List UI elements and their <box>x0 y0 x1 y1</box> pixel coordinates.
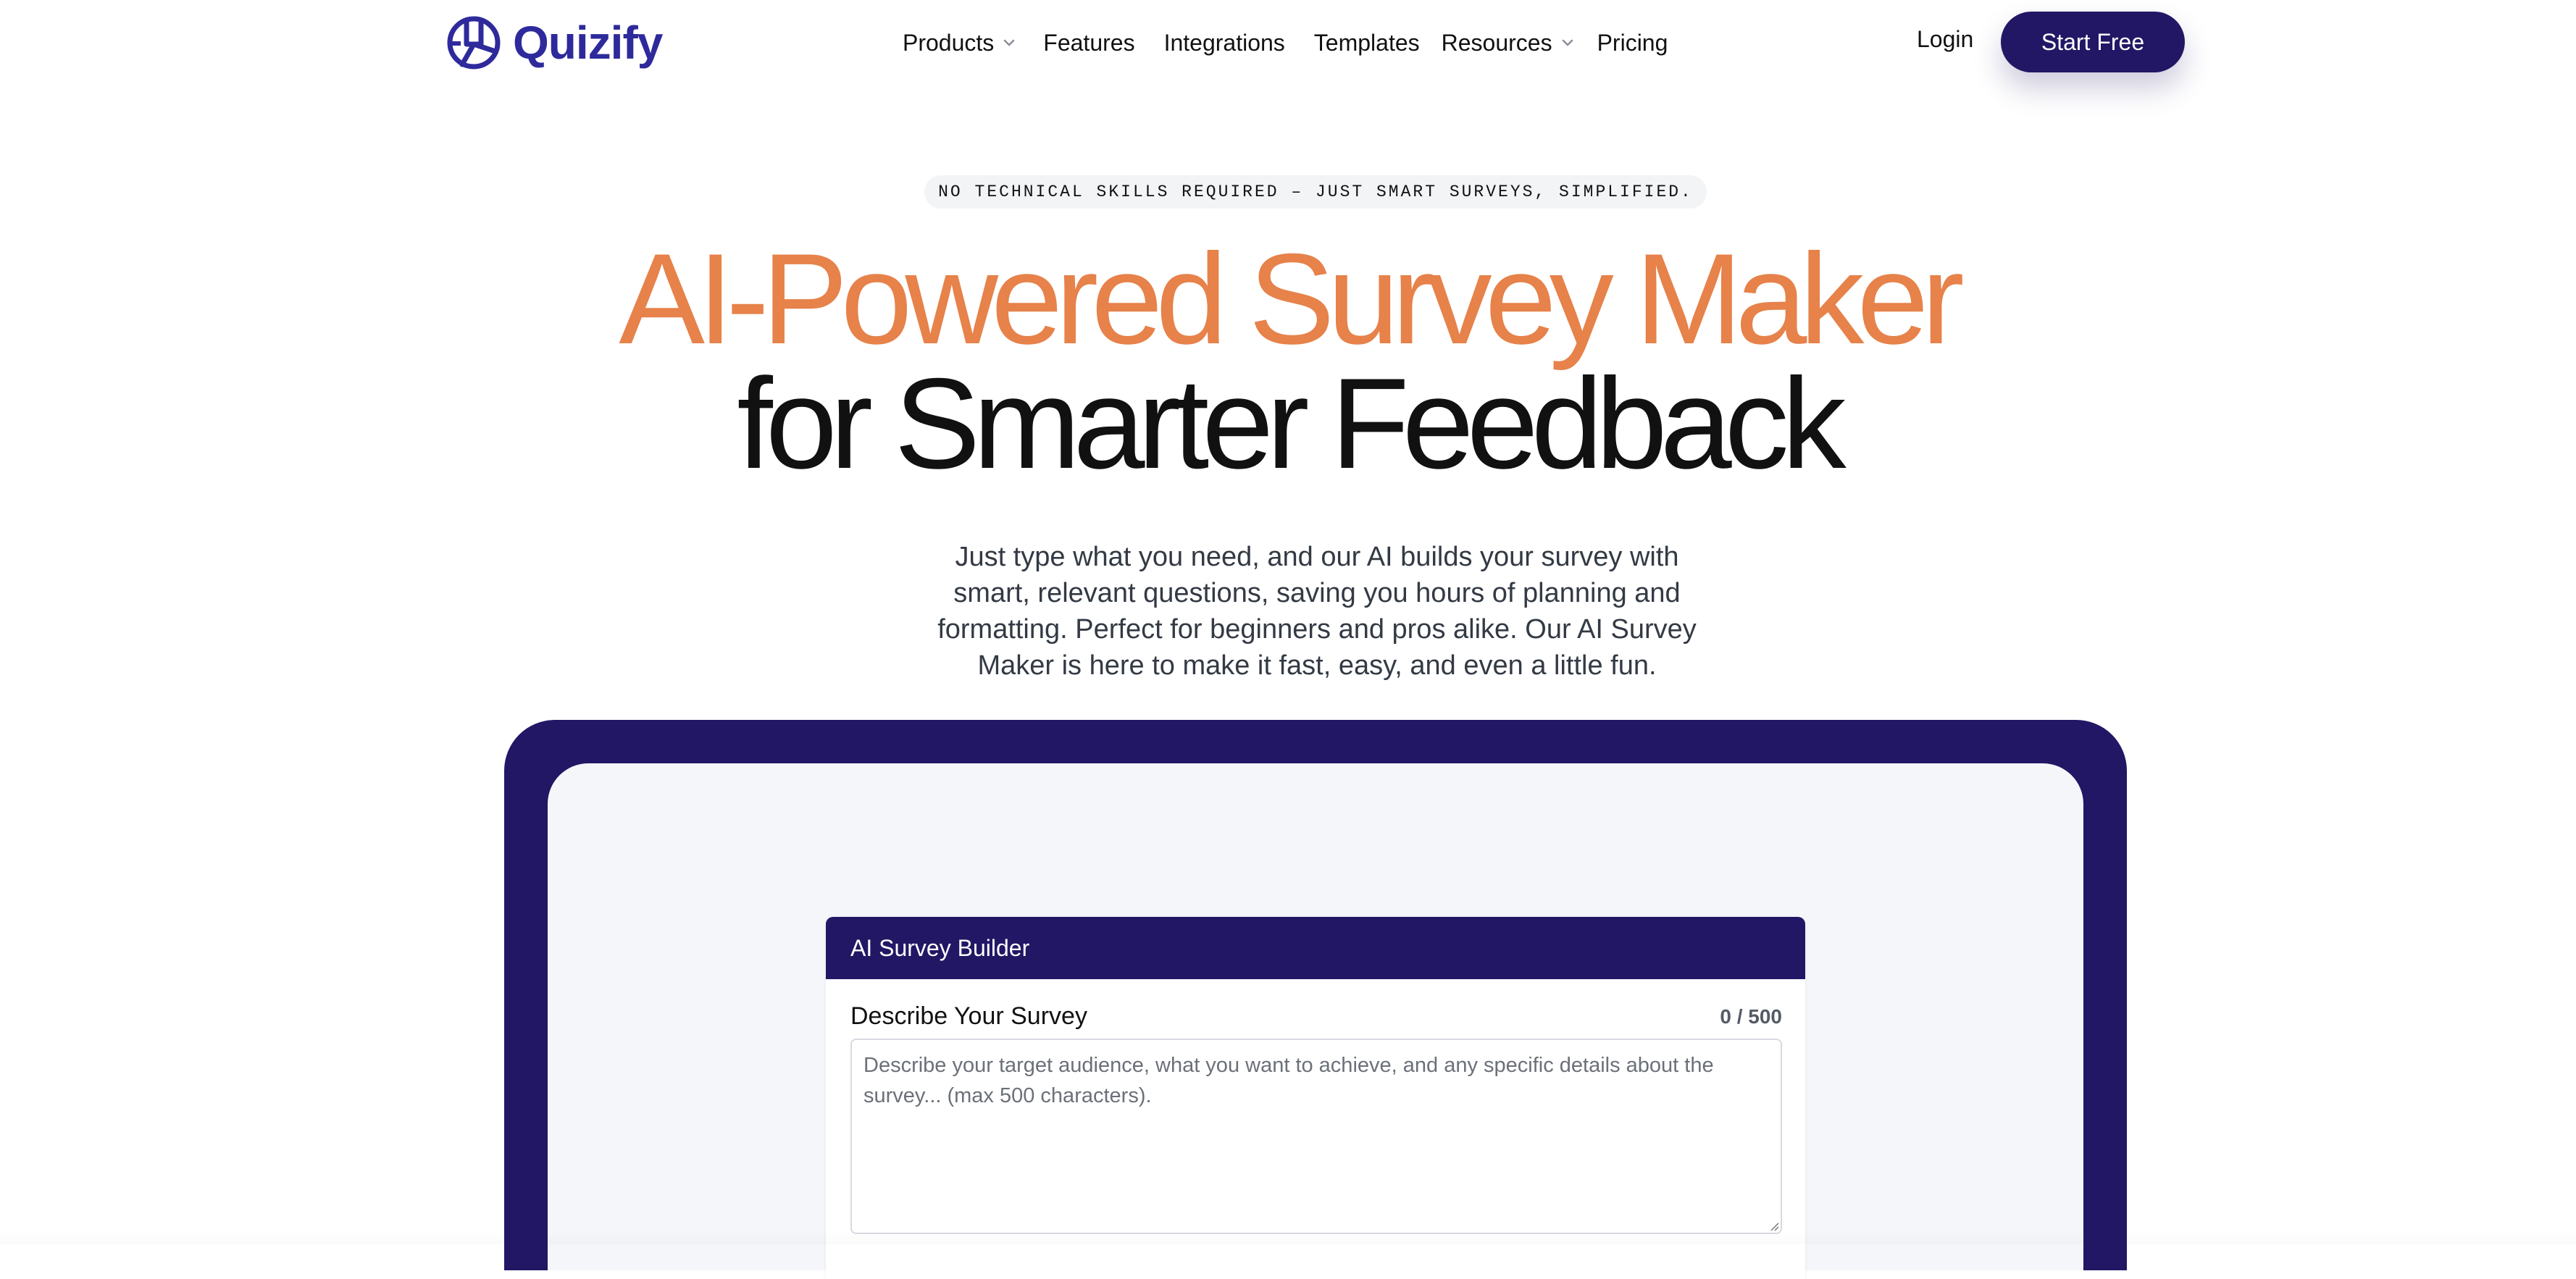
brand-logo[interactable]: Quizify <box>445 12 663 74</box>
hero-description: Just type what you need, and our AI buil… <box>937 542 1697 681</box>
top-navbar: Quizify Products Features Integrations T… <box>0 0 2576 85</box>
field-header-row: Describe Your Survey 0 / 500 <box>850 1002 1782 1031</box>
nav-item-label: Pricing <box>1597 29 1668 56</box>
nav-item-label: Resources <box>1441 29 1552 56</box>
nav-item-products[interactable]: Products <box>903 30 1017 56</box>
brand-name: Quizify <box>513 17 663 69</box>
hero-headline-secondary: for Smarter Feedback <box>737 351 1846 495</box>
nav-item-integrations[interactable]: Integrations <box>1164 30 1285 56</box>
nav-item-label: Templates <box>1313 29 1420 56</box>
start-free-button[interactable]: Start Free <box>2001 12 2185 72</box>
builder-title: AI Survey Builder <box>850 934 1030 961</box>
nav-item-pricing[interactable]: Pricing <box>1597 30 1668 56</box>
resize-handle-icon[interactable] <box>1768 1220 1779 1231</box>
character-counter: 0 / 500 <box>1720 1005 1782 1028</box>
nav-item-templates[interactable]: Templates <box>1314 30 1420 56</box>
builder-header: AI Survey Builder <box>826 917 1805 979</box>
hero-tagline-badge: NO TECHNICAL SKILLS REQUIRED – JUST SMAR… <box>924 175 1707 209</box>
nav-item-label: Features <box>1043 29 1135 56</box>
nav-item-features[interactable]: Features <box>1043 30 1134 56</box>
survey-description-label: Describe Your Survey <box>850 1002 1087 1030</box>
login-link[interactable]: Login <box>1917 26 1973 53</box>
chevron-down-icon <box>1004 39 1015 46</box>
survey-description-input[interactable] <box>850 1039 1782 1234</box>
quizify-logo-icon <box>447 16 501 70</box>
chevron-down-icon <box>1562 39 1573 46</box>
nav-item-resources[interactable]: Resources <box>1442 30 1576 56</box>
hero-headline-primary: AI-Powered Survey Maker <box>619 227 1964 371</box>
ai-survey-builder-card: AI Survey Builder Describe Your Survey 0… <box>826 917 1805 1279</box>
main-nav: Products Features Integrations Templates… <box>903 20 1668 65</box>
nav-item-label: Products <box>903 29 995 56</box>
nav-item-label: Integrations <box>1163 29 1285 56</box>
